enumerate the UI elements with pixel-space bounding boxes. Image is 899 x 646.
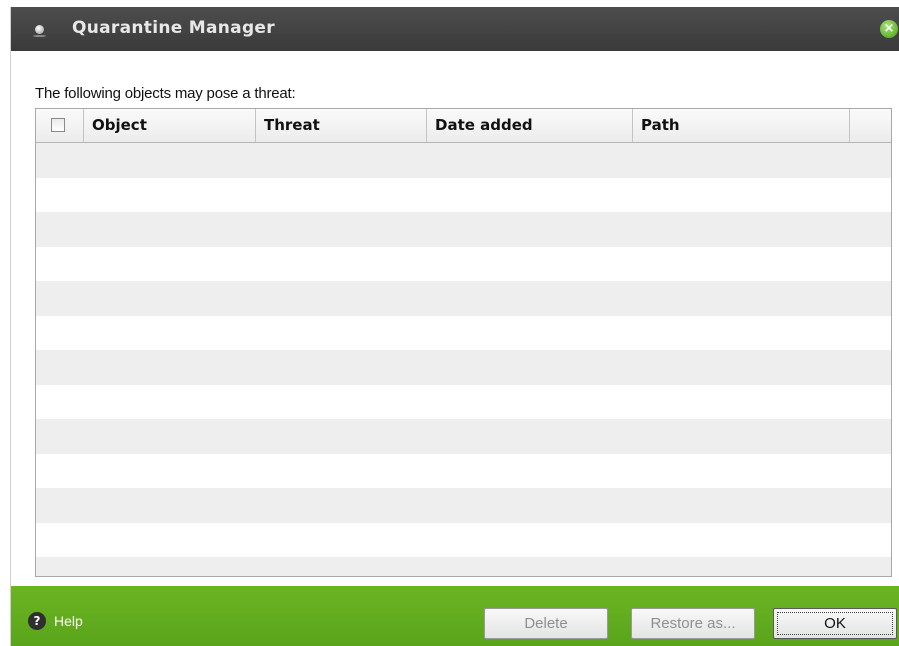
column-header-object[interactable]: Object [84,109,256,142]
table-row [36,212,891,247]
window-title: Quarantine Manager [72,18,275,38]
delete-button[interactable]: Delete [484,608,608,639]
table-row [36,143,891,178]
close-icon[interactable]: × [880,20,898,38]
table-row [36,522,891,557]
table-row [36,453,891,488]
help-icon[interactable]: ? [28,612,46,630]
window-menu-icon[interactable] [35,25,44,34]
window-menu-icon-shadow [33,35,46,37]
title-bar[interactable]: Quarantine Manager × [11,7,899,51]
table-row [36,281,891,316]
table-row [36,557,891,576]
column-header-select [36,109,84,142]
column-header-threat[interactable]: Threat [256,109,427,142]
ok-button-focus-ring [777,612,893,635]
column-header-date-added[interactable]: Date added [427,109,633,142]
table-row [36,419,891,454]
table-body [36,143,891,576]
quarantine-table: Object Threat Date added Path [35,108,892,577]
table-row [36,246,891,281]
table-header: Object Threat Date added Path [36,109,891,143]
quarantine-manager-window: Quarantine Manager × The following objec… [10,7,899,646]
select-all-checkbox[interactable] [51,118,65,132]
help-link[interactable]: Help [54,613,83,629]
threat-prompt: The following objects may pose a threat: [35,85,296,102]
table-row [36,315,891,350]
column-header-filler [850,109,891,142]
footer-bar: ? Help Delete Restore as... OK [11,586,899,646]
table-row [36,177,891,212]
column-header-path[interactable]: Path [633,109,850,142]
ok-button[interactable]: OK [773,608,897,639]
restore-as-button[interactable]: Restore as... [631,608,755,639]
table-row [36,384,891,419]
table-row [36,350,891,385]
table-row [36,488,891,523]
